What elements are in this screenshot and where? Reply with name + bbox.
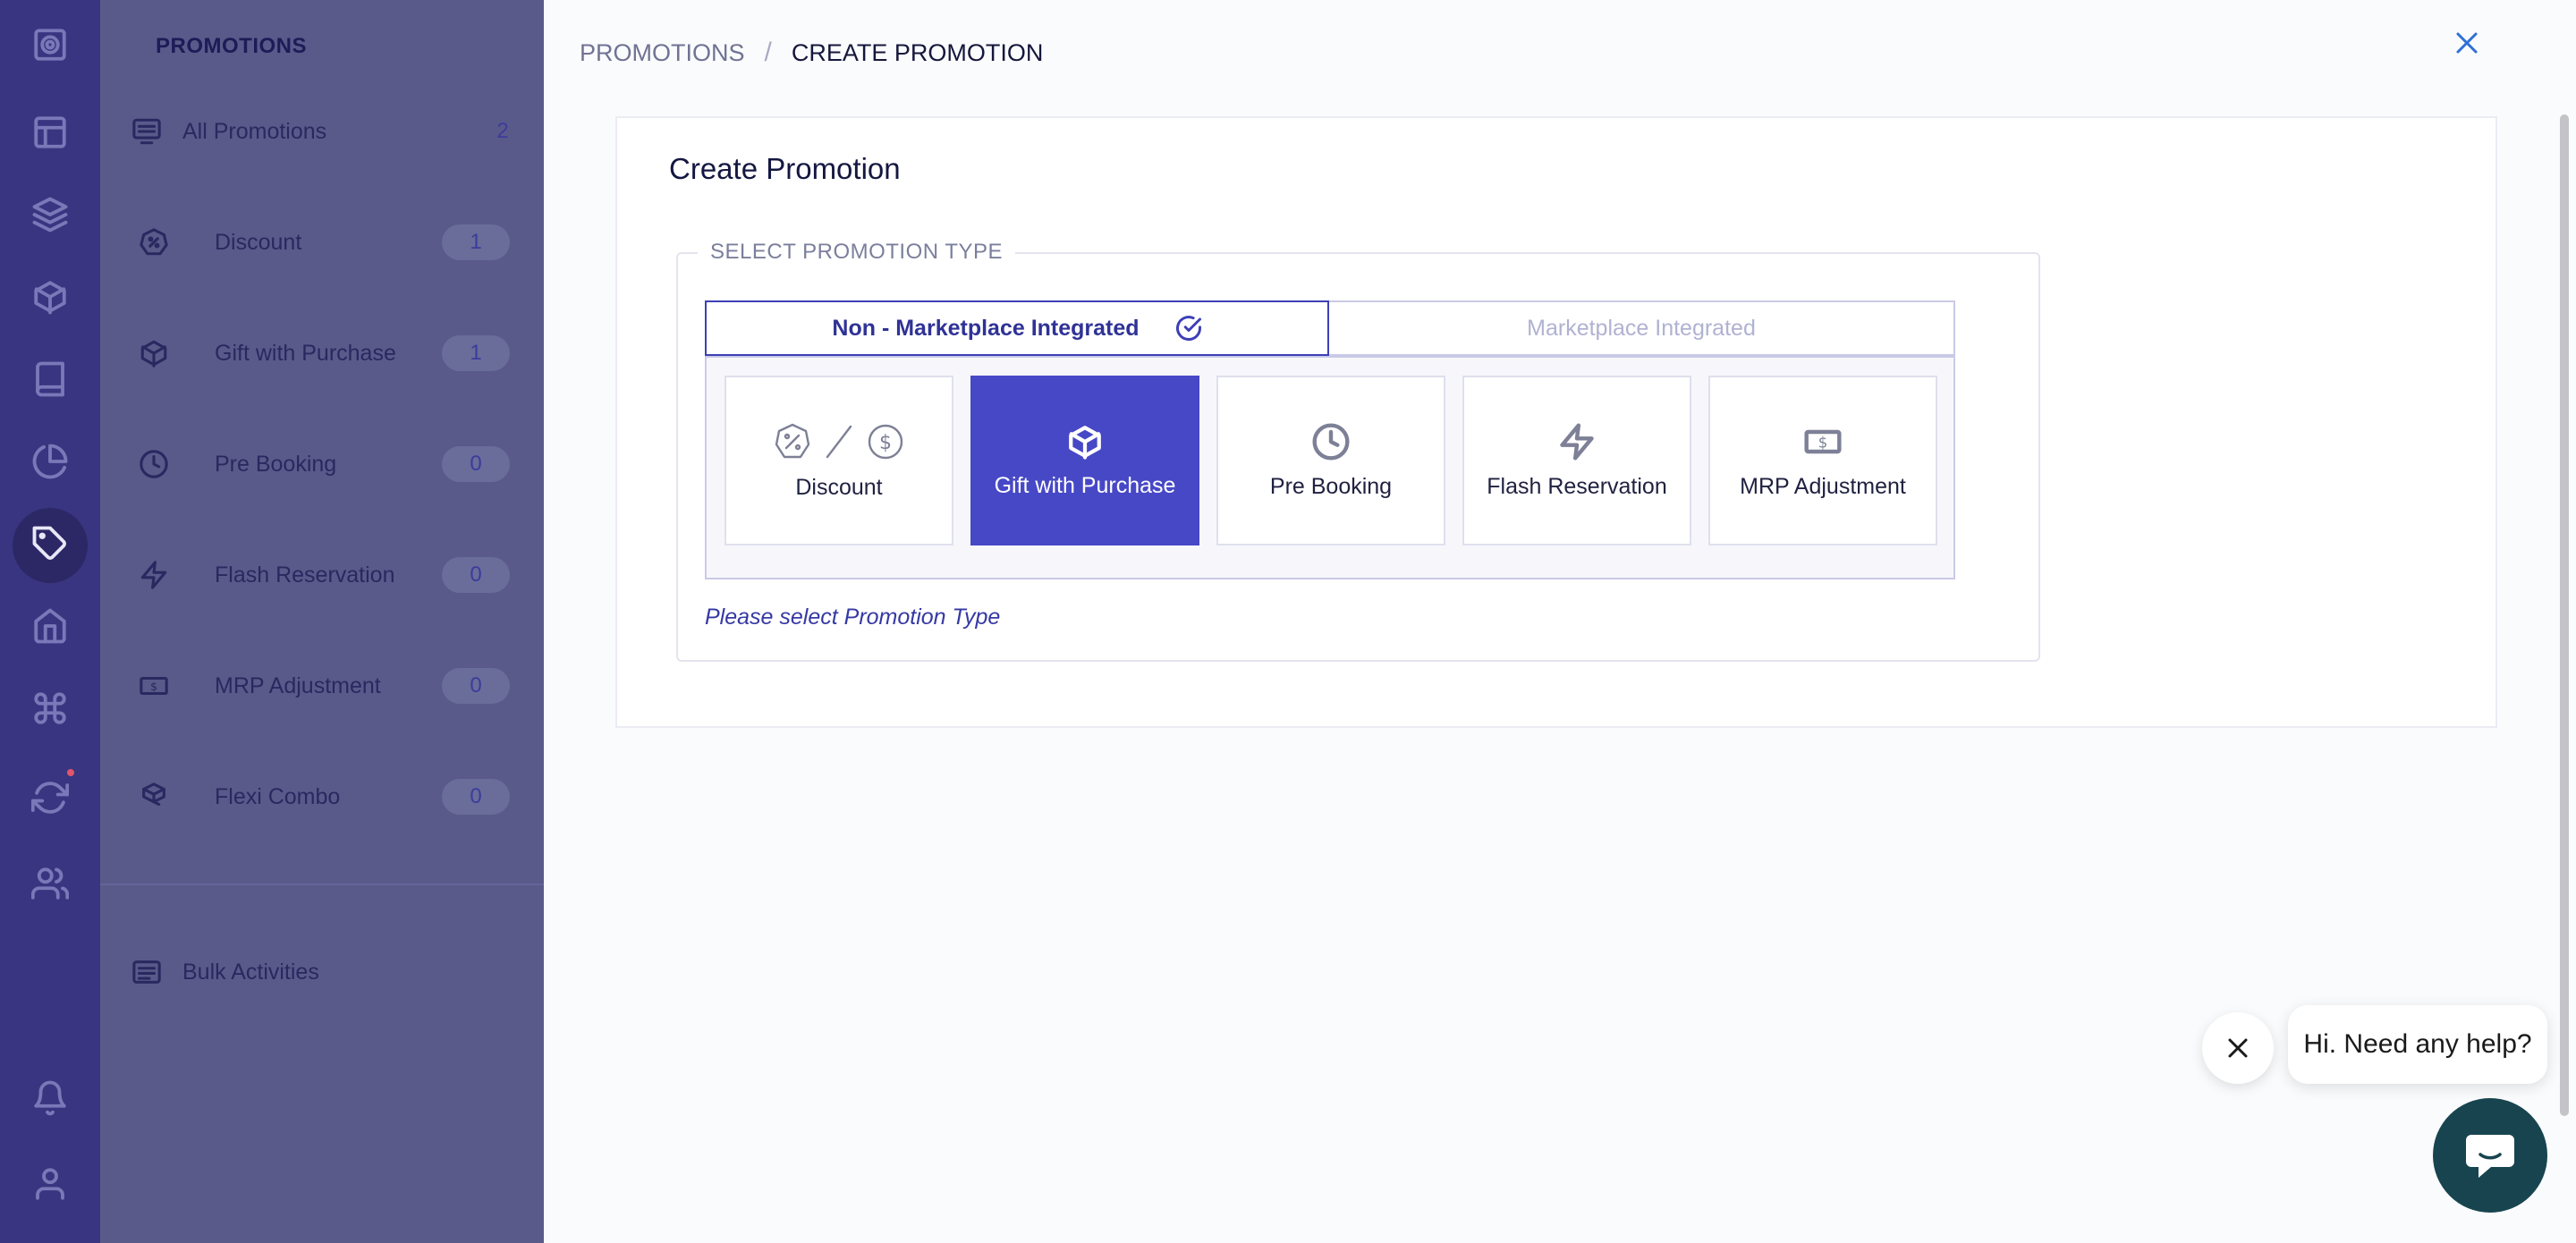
notification-dot [67, 769, 74, 776]
type-card-mrp-adjustment[interactable]: $ MRP Adjustment [1708, 376, 1937, 545]
sync-icon[interactable] [25, 773, 75, 823]
promotion-type-section: SELECT PROMOTION TYPE Non - Marketplace … [676, 240, 2040, 662]
command-icon[interactable] [25, 683, 75, 733]
validation-hint: Please select Promotion Type [705, 605, 1001, 630]
check-circle-icon [1175, 316, 1201, 342]
sidebar-item-label: Flexi Combo [215, 783, 341, 809]
count-badge: 0 [442, 446, 510, 482]
count-badge: 0 [442, 779, 510, 815]
breadcrumb-current: CREATE PROMOTION [791, 38, 1044, 66]
tag-icon[interactable] [25, 519, 75, 569]
boxes-icon [138, 781, 170, 813]
tab-label: Non - Marketplace Integrated [832, 315, 1140, 341]
sidebar-item-discount[interactable]: Discount 1 [100, 211, 544, 274]
book-icon[interactable] [25, 354, 75, 404]
create-promotion-card: Create Promotion SELECT PROMOTION TYPE N… [615, 116, 2497, 728]
dollar-bill-icon: $ [1804, 429, 1842, 453]
box-icon[interactable] [25, 272, 75, 322]
sidebar-item-pre-booking[interactable]: Pre Booking 0 [100, 433, 544, 495]
tab-non-marketplace-integrated[interactable]: Non - Marketplace Integrated [705, 300, 1329, 356]
svg-text:$: $ [1818, 434, 1828, 451]
sidebar-item-label: All Promotions [182, 118, 327, 144]
gift-box-icon [1069, 425, 1101, 460]
sidebar-item-label: Bulk Activities [182, 959, 319, 985]
list-icon [131, 956, 163, 988]
sidebar-title: PROMOTIONS [156, 34, 308, 58]
user-icon[interactable] [25, 1159, 75, 1209]
type-card-label: Discount [795, 474, 883, 500]
type-card-label: Pre Booking [1269, 473, 1393, 499]
close-icon [2228, 1038, 2248, 1058]
close-icon[interactable] [2449, 25, 2485, 61]
type-card-label: Flash Reservation [1487, 473, 1667, 499]
breadcrumb-root-link[interactable]: PROMOTIONS [580, 39, 745, 67]
svg-text:$: $ [879, 432, 892, 454]
promotions-sidebar: PROMOTIONS All Promotions 2 Discount 1 G… [100, 0, 544, 1243]
page-title: Create Promotion [669, 152, 901, 185]
sidebar-item-label: Gift with Purchase [215, 340, 396, 366]
help-bubble[interactable]: Hi. Need any help? [2288, 1005, 2547, 1084]
count-badge: 0 [442, 557, 510, 593]
dollar-bill-icon: $ [138, 670, 170, 702]
sidebar-item-all-promotions[interactable]: All Promotions 2 [100, 100, 544, 163]
section-legend: SELECT PROMOTION TYPE [698, 240, 1016, 265]
layers-icon[interactable] [25, 190, 75, 240]
logo-icon[interactable] [25, 20, 75, 70]
clock-icon [1312, 422, 1350, 461]
count-badge: 0 [442, 668, 510, 704]
sidebar-item-mrp-adjustment[interactable]: $ MRP Adjustment 0 [100, 655, 544, 717]
svg-text:$: $ [150, 681, 157, 694]
layout-icon[interactable] [25, 107, 75, 157]
icon-rail [0, 0, 100, 1243]
tab-marketplace-integrated[interactable]: Marketplace Integrated [1329, 300, 1955, 356]
type-card-flash-reservation[interactable]: Flash Reservation [1462, 376, 1691, 545]
sidebar-item-flexi-combo[interactable]: Flexi Combo 0 [100, 765, 544, 828]
users-icon[interactable] [25, 858, 75, 909]
type-card-label: Gift with Purchase [994, 472, 1176, 498]
help-dismiss-button[interactable] [2202, 1012, 2274, 1084]
chat-launcher-button[interactable] [2433, 1098, 2547, 1213]
sidebar-item-label: Discount [215, 229, 302, 255]
lightning-icon [1560, 422, 1594, 461]
sidebar-item-label: MRP Adjustment [215, 672, 381, 698]
discount-dollar-icon: $ [775, 423, 903, 459]
promotion-type-options: $ Discount Gift with Purchase Pre Bookin… [705, 356, 1955, 579]
home-icon[interactable] [25, 601, 75, 651]
type-card-label: MRP Adjustment [1740, 473, 1906, 499]
type-card-discount[interactable]: $ Discount [724, 376, 953, 545]
sidebar-item-gift-with-purchase[interactable]: Gift with Purchase 1 [100, 322, 544, 385]
chat-icon [2466, 1135, 2514, 1178]
sidebar-item-label: Pre Booking [215, 451, 337, 477]
scrollbar[interactable] [2560, 114, 2569, 1116]
type-card-gift-with-purchase[interactable]: Gift with Purchase [970, 376, 1199, 545]
sidebar-divider [100, 884, 544, 885]
count-badge: 2 [496, 119, 509, 143]
breadcrumb-separator: / [764, 38, 772, 67]
bell-icon[interactable] [25, 1073, 75, 1123]
count-badge: 1 [442, 335, 510, 371]
type-card-pre-booking[interactable]: Pre Booking [1216, 376, 1445, 545]
lightning-icon [138, 559, 170, 591]
discount-icon [138, 226, 170, 258]
sidebar-item-bulk-activities[interactable]: Bulk Activities [100, 941, 544, 1003]
sidebar-item-flash-reservation[interactable]: Flash Reservation 0 [100, 544, 544, 606]
clock-icon [138, 448, 170, 480]
integration-tabs: Non - Marketplace Integrated Marketplace… [705, 300, 1955, 358]
sidebar-item-label: Flash Reservation [215, 562, 395, 588]
list-monitor-icon [131, 115, 163, 148]
pie-chart-icon[interactable] [25, 436, 75, 486]
gift-box-icon [138, 337, 170, 369]
tab-label: Marketplace Integrated [1527, 315, 1756, 341]
breadcrumb: PROMOTIONS / CREATE PROMOTION [580, 38, 1043, 68]
count-badge: 1 [442, 224, 510, 260]
